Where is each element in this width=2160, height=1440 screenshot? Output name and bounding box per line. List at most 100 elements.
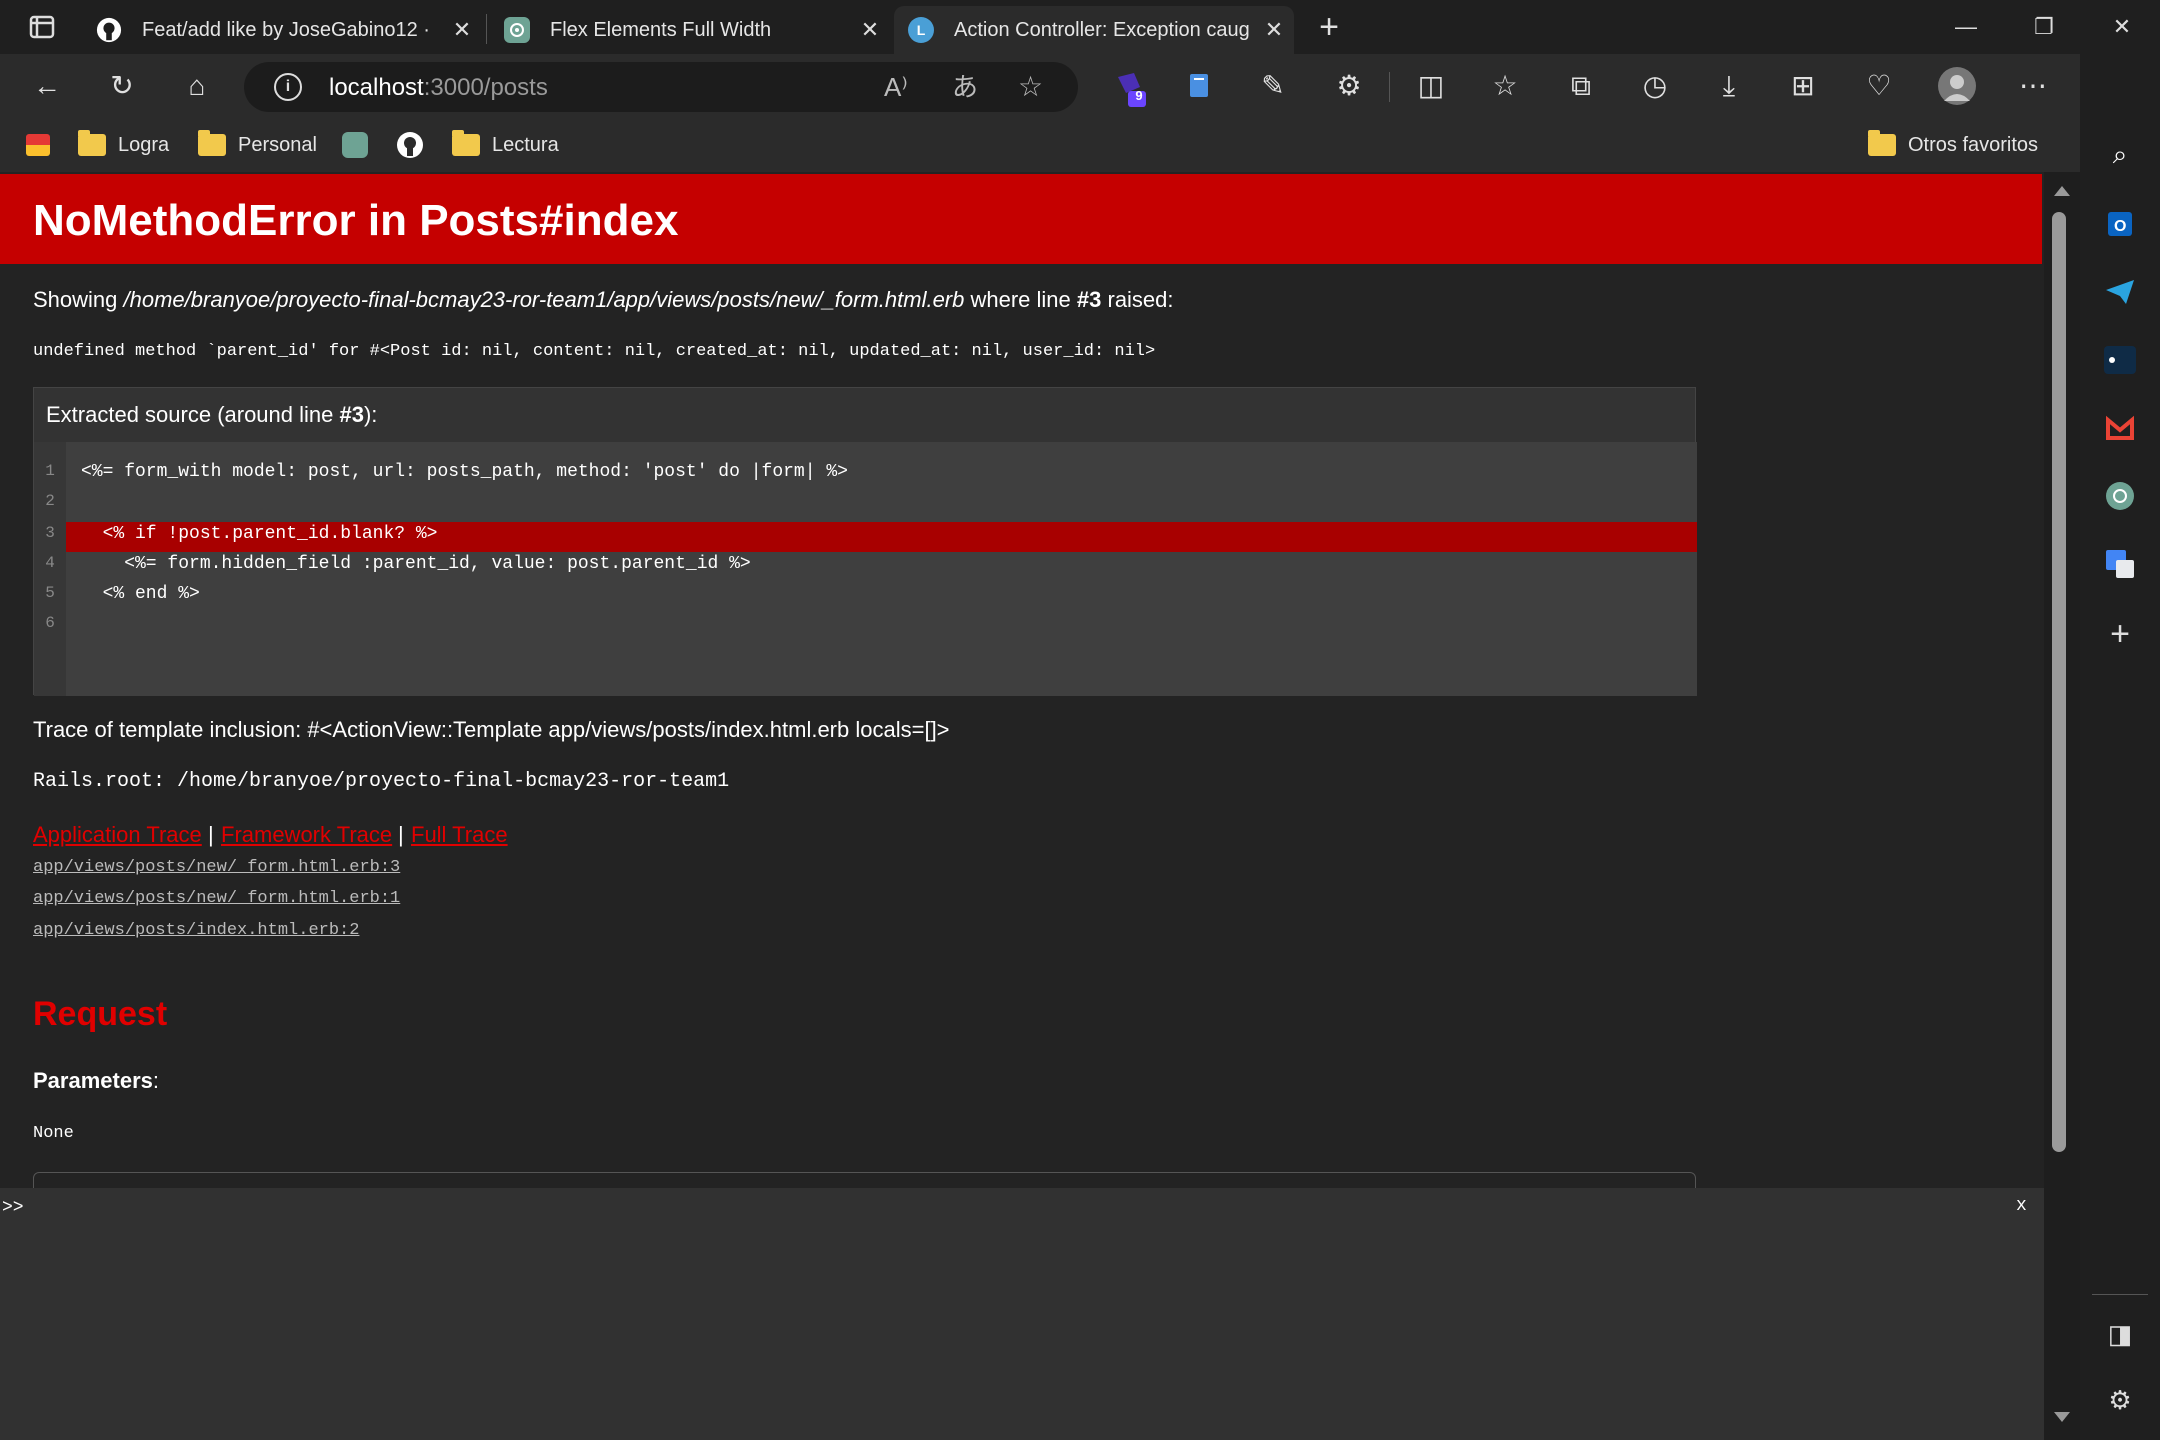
github-icon (397, 132, 423, 158)
source-code: 1 2 3 4 5 6 <%= form_with model: post, u… (34, 442, 1697, 696)
restore-icon[interactable]: ❐ (2014, 8, 2074, 46)
where-line-text: where line (964, 287, 1077, 312)
tab-title: Action Controller: Exception caug (954, 18, 1250, 41)
framework-trace-link[interactable]: Framework Trace (221, 822, 392, 848)
deepl-icon[interactable] (2096, 336, 2144, 384)
refresh-icon[interactable]: ↻ (99, 63, 145, 109)
collections-icon[interactable]: ⧉ (1558, 63, 1604, 109)
vertical-scrollbar[interactable] (2044, 172, 2080, 1440)
back-icon[interactable]: ← (24, 63, 70, 109)
hide-sidebar-icon[interactable]: ◨ (2096, 1310, 2144, 1358)
browser-essentials-icon[interactable]: ♡ (1856, 63, 1902, 109)
tab-title: Flex Elements Full Width (550, 18, 772, 41)
code-line: <%= form_with model: post, url: posts_pa… (81, 462, 848, 482)
favorites-icon[interactable]: ☆ (1482, 63, 1528, 109)
tab-chatgpt[interactable]: Flex Elements Full Width ✕ (490, 6, 890, 54)
trace-line-link[interactable]: app/views/posts/new/_form.html.erb:1 (33, 889, 400, 908)
full-trace-link[interactable]: Full Trace (411, 822, 508, 848)
new-tab-icon[interactable]: + (1306, 4, 1352, 50)
bookmarks-bar: Logra Personal Lectura Otros favoritos (0, 118, 2080, 172)
other-favorites[interactable]: Otros favoritos (1868, 128, 2038, 162)
tab-github-pr[interactable]: Feat/add like by JoseGabino12 · ✕ (82, 6, 482, 54)
close-tab-icon[interactable]: ✕ (442, 17, 482, 43)
source-title-suffix: ): (363, 402, 378, 427)
docs-extension-icon[interactable] (1176, 63, 1222, 109)
telegram-icon[interactable] (2096, 268, 2144, 316)
url-text: localhost:3000/posts (329, 74, 548, 102)
showing-line: Showing /home/branyoe/proyecto-final-bcm… (33, 287, 1174, 313)
bookmark-label: Personal (238, 133, 317, 156)
tab-actions-icon[interactable] (18, 4, 64, 50)
add-sidebar-app-icon[interactable]: + (2096, 610, 2144, 658)
toolbar-divider (1389, 72, 1390, 102)
extensions-icon[interactable]: ⚙ (1326, 63, 1372, 109)
address-bar[interactable]: i localhost:3000/posts A⁾ あ ☆ (244, 62, 1078, 112)
bookmark-folder-lectura[interactable]: Lectura (452, 128, 559, 162)
translate-icon[interactable]: あ (952, 64, 978, 110)
search-icon[interactable]: ⌕ (2096, 130, 2144, 178)
file-path: /home/branyoe/proyecto-final-bcmay23-ror… (123, 287, 965, 312)
trace-line-link[interactable]: app/views/posts/index.html.erb:2 (33, 921, 359, 940)
bookmark-folder-logra[interactable]: Logra (78, 128, 169, 162)
scroll-down-icon[interactable] (2054, 1412, 2070, 1422)
chatgpt-icon (504, 17, 530, 43)
gmail-icon[interactable] (2096, 404, 2144, 452)
code-line: <% end %> (81, 584, 200, 604)
minimize-icon[interactable]: — (1936, 8, 1996, 46)
scroll-thumb[interactable] (2052, 212, 2066, 1152)
rails-root: Rails.root: /home/branyoe/proyecto-final… (33, 770, 730, 793)
extension-purple-icon[interactable]: 9 (1106, 63, 1152, 109)
bookmark-folder-personal[interactable]: Personal (198, 128, 317, 162)
url-host: localhost (329, 74, 424, 101)
profile-avatar[interactable] (1934, 63, 1980, 109)
error-message: undefined method `parent_id' for #<Post … (33, 342, 1156, 361)
downloads-icon[interactable]: ⤓ (1706, 63, 1752, 109)
more-menu-icon[interactable]: ⋯ (2010, 63, 2056, 109)
extracted-source-box: Extracted source (around line #3): 1 2 3… (33, 387, 1697, 696)
close-window-icon[interactable]: ✕ (2092, 8, 2152, 46)
apps-icon[interactable]: ⊞ (1780, 63, 1826, 109)
line-number: 5 (45, 584, 55, 602)
raised-text: raised: (1101, 287, 1174, 312)
bookmark-app[interactable] (26, 128, 50, 162)
bookmark-github[interactable] (396, 128, 424, 162)
source-title-prefix: Extracted source (around line (46, 402, 340, 427)
code-line-error: <% if !post.parent_id.blank? %> (81, 524, 438, 544)
web-console[interactable]: >> x (0, 1188, 2044, 1440)
bookmark-chatgpt[interactable] (342, 128, 368, 162)
tab-action-controller[interactable]: L Action Controller: Exception caug ✕ (894, 6, 1294, 54)
favorite-star-icon[interactable]: ☆ (1018, 64, 1043, 110)
close-tab-icon[interactable]: ✕ (1254, 17, 1294, 43)
url-path: :3000/posts (423, 74, 548, 101)
application-trace-link[interactable]: Application Trace (33, 822, 202, 848)
trace-line-link[interactable]: app/views/posts/new/_form.html.erb:3 (33, 858, 400, 877)
scroll-up-icon[interactable] (2054, 186, 2070, 196)
folder-icon (78, 130, 106, 156)
home-icon[interactable]: ⌂ (174, 63, 220, 109)
eyedropper-icon[interactable]: ✎ (1250, 63, 1296, 109)
tab-divider (486, 14, 487, 44)
folder-icon (198, 130, 226, 156)
line-number: #3 (1076, 287, 1102, 312)
folder-icon (1868, 130, 1896, 156)
bookmark-label: Lectura (492, 133, 559, 156)
trace-separator: | (208, 822, 214, 847)
error-title: NoMethodError in Posts#index (33, 196, 679, 245)
parameters-label: Parameters: (33, 1068, 159, 1094)
chatgpt-icon[interactable] (2096, 472, 2144, 520)
page-content: NoMethodError in Posts#index Showing /ho… (0, 172, 2044, 1440)
split-screen-icon[interactable]: ◫ (1408, 63, 1454, 109)
extension-badge: 9 (1135, 88, 1143, 103)
line-number: 4 (45, 554, 55, 572)
sidebar-settings-icon[interactable]: ⚙ (2096, 1376, 2144, 1424)
close-tab-icon[interactable]: ✕ (850, 17, 890, 43)
sidebar-divider (2092, 1294, 2148, 1295)
line-number: 1 (45, 462, 55, 480)
read-aloud-icon[interactable]: A⁾ (884, 64, 908, 110)
bookmark-label: Logra (118, 133, 170, 156)
history-icon[interactable]: ◷ (1632, 63, 1678, 109)
outlook-icon[interactable]: O (2096, 200, 2144, 248)
console-close-icon[interactable]: x (2016, 1196, 2027, 1216)
site-info-icon[interactable]: i (274, 73, 302, 101)
google-translate-icon[interactable] (2096, 540, 2144, 588)
